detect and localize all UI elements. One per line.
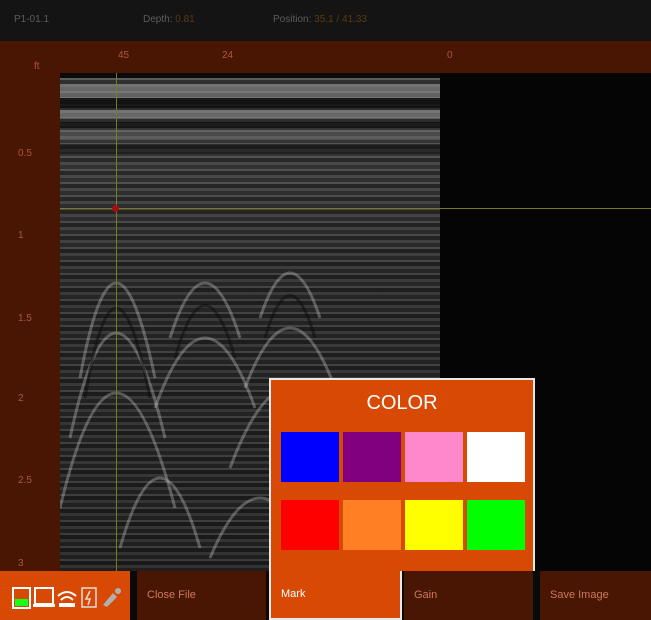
swatch-orange[interactable] (343, 500, 401, 550)
ruler-tick: 0.5 (18, 148, 32, 159)
tablet-icon (33, 587, 55, 607)
wifi-icon (57, 591, 77, 607)
swatch-pink[interactable] (405, 432, 463, 482)
cursor-vertical-line (116, 73, 117, 571)
ruler-tick: 3 (18, 558, 24, 569)
swatch-white[interactable] (467, 432, 525, 482)
position-label: Position: (273, 14, 312, 25)
ruler-tick: 2.5 (18, 475, 32, 486)
depth-readout: Depth: 0.81 (143, 14, 195, 25)
position-value: 35.1 / 41.33 (314, 14, 367, 25)
gps-icon (103, 588, 121, 607)
ruler-tick: 1 (18, 230, 24, 241)
card-icon (81, 587, 97, 608)
ruler-tick: 24 (222, 50, 234, 61)
ruler-tick: 0 (447, 50, 453, 61)
color-picker-popup: COLOR (269, 378, 535, 571)
status-header: P1-01.1 Depth: 0.81 Position: 35.1 / 41.… (0, 0, 651, 41)
mark-button[interactable]: Mark (269, 571, 402, 620)
cursor-horizontal-line (60, 208, 651, 209)
swatch-green[interactable] (467, 500, 525, 550)
color-picker-title: COLOR (366, 392, 438, 414)
vertical-ruler: 0.5 1 1.5 2 2.5 3 (0, 73, 60, 571)
depth-value: 0.81 (175, 14, 195, 25)
swatch-red[interactable] (281, 500, 339, 550)
status-icons (0, 571, 130, 620)
ruler-tick: 1.5 (18, 313, 32, 324)
swatch-blue[interactable] (281, 432, 339, 482)
file-name: P1-01.1 (14, 14, 50, 25)
swatch-yellow[interactable] (405, 500, 463, 550)
gain-button[interactable]: Gain (404, 571, 533, 620)
battery-icon (12, 587, 31, 609)
close-file-button[interactable]: Close File (137, 571, 266, 620)
position-readout: Position: 35.1 / 41.33 (273, 14, 367, 25)
swatch-purple[interactable] (343, 432, 401, 482)
ruler-tick: 2 (18, 393, 24, 404)
ruler-unit: ft (34, 61, 40, 72)
cursor-marker[interactable] (112, 205, 119, 212)
save-image-button[interactable]: Save Image (540, 571, 651, 620)
bottom-toolbar: Close File Mark Gain Save Image (0, 571, 651, 620)
depth-label: Depth: (143, 14, 173, 25)
ruler-tick: 45 (118, 50, 130, 61)
horizontal-ruler: ft 45 24 0 (0, 41, 651, 73)
